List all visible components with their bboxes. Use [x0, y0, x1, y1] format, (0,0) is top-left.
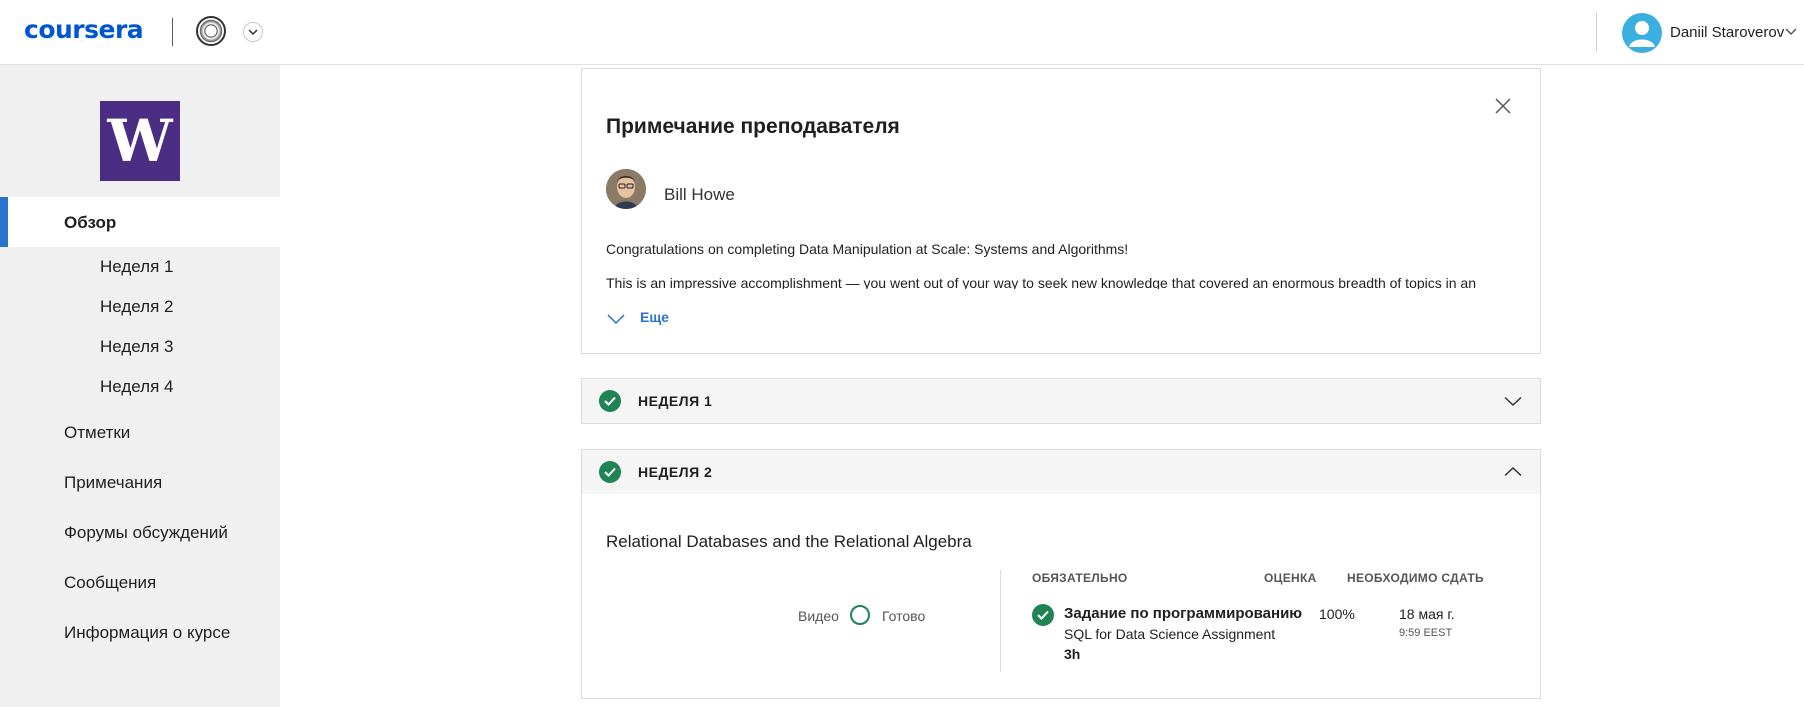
video-label: Видео: [798, 608, 839, 624]
chevron-down-icon: [248, 29, 258, 36]
note-paragraph-truncated: This is an impressive accomplishment — y…: [606, 275, 1516, 289]
assignment-due-time: 9:59 EEST: [1399, 627, 1453, 639]
show-more-label[interactable]: Еще: [640, 309, 669, 325]
coursera-logo[interactable]: coursera: [24, 15, 144, 44]
progress-ring-icon: [850, 605, 870, 625]
sidebar-item-week-2[interactable]: Неделя 2: [100, 297, 173, 317]
week-2-label[interactable]: НЕДЕЛЯ 2: [638, 464, 712, 480]
assignment-grade: 100%: [1319, 606, 1355, 622]
note-title: Примечание преподавателя: [606, 115, 900, 138]
sidebar-item-overview-label[interactable]: Обзор: [64, 213, 116, 233]
user-icon: [1629, 21, 1655, 47]
due-column-header: НЕОБХОДИМО СДАТЬ: [1347, 571, 1484, 585]
instructor-photo: [606, 169, 646, 209]
sidebar-item-forums[interactable]: Форумы обсуждений: [64, 523, 228, 543]
university-seal-icon[interactable]: [196, 16, 226, 46]
chevron-down-icon[interactable]: [1504, 396, 1522, 407]
completed-check-icon: [1032, 604, 1054, 626]
chevron-down-icon: [607, 314, 625, 325]
logo-divider: [172, 18, 173, 46]
close-icon[interactable]: [1494, 97, 1512, 115]
assignment-name[interactable]: SQL for Data Science Assignment: [1064, 626, 1275, 642]
user-avatar[interactable]: [1622, 13, 1662, 53]
sidebar-item-week-1[interactable]: Неделя 1: [100, 257, 173, 277]
chevron-down-icon[interactable]: [1785, 28, 1797, 36]
week-1-label[interactable]: НЕДЕЛЯ 1: [638, 393, 712, 409]
chevron-up-icon[interactable]: [1504, 466, 1522, 477]
assignment-type[interactable]: Задание по программированию: [1064, 605, 1302, 622]
active-indicator: [0, 197, 8, 247]
university-logo: W: [100, 101, 180, 181]
sidebar-item-overview[interactable]: [0, 197, 280, 247]
required-column-header: ОБЯЗАТЕЛЬНО: [1032, 571, 1128, 585]
completed-check-icon: [599, 461, 621, 483]
sidebar-item-grades[interactable]: Отметки: [64, 423, 130, 443]
sidebar-item-notes[interactable]: Примечания: [64, 473, 162, 493]
instructor-name: Bill Howe: [664, 185, 735, 204]
completed-check-icon: [599, 390, 621, 412]
grade-column-header: ОЦЕНКА: [1264, 571, 1317, 585]
sidebar-item-messages[interactable]: Сообщения: [64, 573, 156, 593]
assignment-due-date: 18 мая г.: [1399, 606, 1455, 622]
note-paragraph: This is an impressive accomplishment — y…: [606, 275, 1477, 289]
assignment-duration: 3h: [1064, 646, 1081, 662]
week-2-section: НЕДЕЛЯ 2 Relational Databases and the Re…: [581, 449, 1541, 699]
column-divider: [1000, 570, 1001, 672]
week-2-header[interactable]: НЕДЕЛЯ 2: [582, 450, 1540, 494]
week-1-header[interactable]: НЕДЕЛЯ 1: [581, 378, 1541, 424]
sidebar-item-course-info[interactable]: Информация о курсе: [64, 623, 230, 643]
instructor-note-card: Примечание преподавателя Bill Howe Congr…: [581, 68, 1541, 354]
done-label: Готово: [882, 608, 926, 624]
instructor-avatar-icon: [606, 169, 646, 209]
org-dropdown-button[interactable]: [243, 22, 263, 42]
user-name[interactable]: Daniil Staroverov: [1670, 24, 1784, 41]
top-header: coursera Daniil Staroverov: [0, 0, 1804, 65]
sidebar-item-week-3[interactable]: Неделя 3: [100, 337, 173, 357]
course-sidebar: W Обзор Неделя 1 Неделя 2 Неделя 3 Недел…: [0, 65, 280, 707]
header-divider: [1596, 12, 1597, 52]
module-title[interactable]: Relational Databases and the Relational …: [606, 532, 972, 552]
note-paragraph: Congratulations on completing Data Manip…: [606, 241, 1129, 257]
sidebar-item-week-4[interactable]: Неделя 4: [100, 377, 173, 397]
